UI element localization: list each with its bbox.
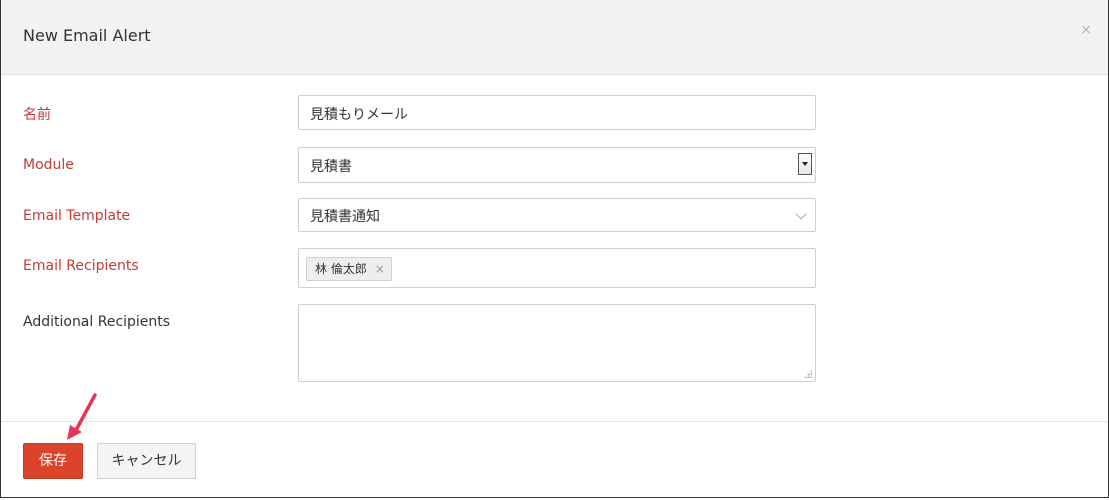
dialog-header: New Email Alert × — [1, 0, 1108, 75]
dropdown-arrow-icon[interactable] — [798, 153, 812, 175]
module-select-value: 見積書 — [310, 159, 352, 175]
additional-recipients-textarea[interactable] — [298, 304, 816, 382]
email-alert-dialog: New Email Alert × 名前 見積もりメール Module 見積書 … — [0, 0, 1109, 498]
recipient-chip: 林 倫太郎 × — [306, 257, 392, 281]
name-label: 名前 — [23, 107, 51, 123]
email-recipients-label: Email Recipients — [23, 258, 139, 274]
additional-recipients-label: Additional Recipients — [23, 314, 171, 330]
cancel-button[interactable]: キャンセル — [97, 443, 196, 479]
email-template-label: Email Template — [23, 208, 131, 224]
email-template-value: 見積書通知 — [310, 209, 380, 225]
resize-grip-icon[interactable] — [804, 370, 812, 378]
close-icon[interactable]: × — [1080, 22, 1092, 38]
email-template-select[interactable]: 見積書通知 — [298, 198, 816, 232]
name-input[interactable]: 見積もりメール — [298, 95, 816, 130]
module-label: Module — [23, 157, 74, 173]
footer-divider — [1, 421, 1108, 422]
remove-chip-icon[interactable]: × — [375, 258, 385, 280]
module-select[interactable]: 見積書 — [298, 147, 816, 183]
chevron-down-icon — [795, 208, 807, 220]
email-recipients-input[interactable]: 林 倫太郎 × — [298, 248, 816, 288]
name-input-value: 見積もりメール — [310, 107, 408, 123]
save-button[interactable]: 保存 — [23, 443, 83, 479]
recipient-chip-label: 林 倫太郎 — [315, 262, 367, 276]
dialog-title: New Email Alert — [23, 26, 151, 45]
pointer-arrow-icon — [67, 393, 97, 440]
